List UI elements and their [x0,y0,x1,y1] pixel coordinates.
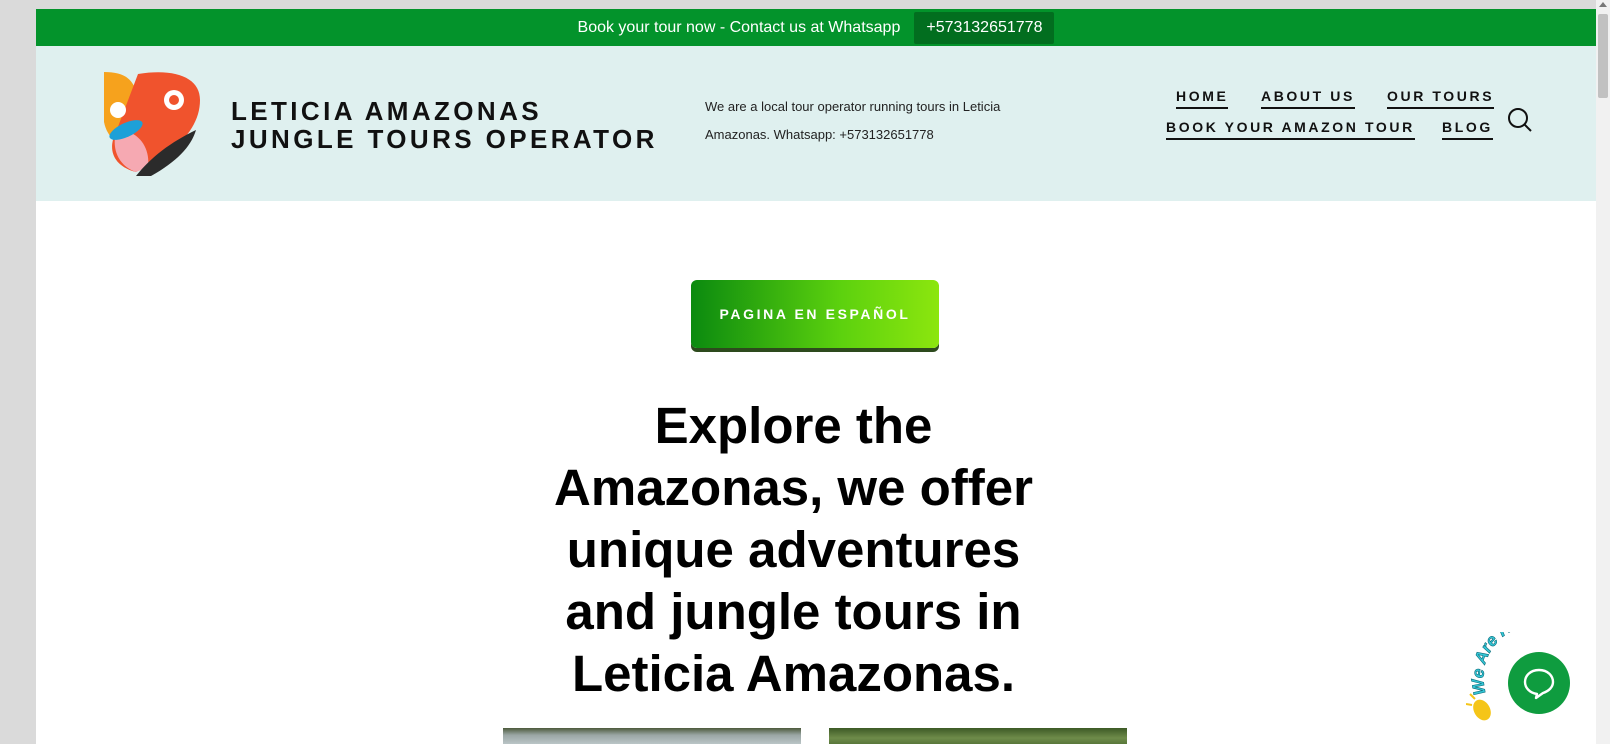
site-logo[interactable] [96,72,202,176]
tour-photo-1[interactable] [503,728,801,744]
nav-item-home[interactable]: HOME [1176,88,1229,109]
nav-item-blog[interactable]: BLOG [1442,119,1493,140]
site-tagline: We are a local tour operator running tou… [705,99,1001,142]
site-title[interactable]: LETICIA AMAZONAS JUNGLE TOURS OPERATOR [231,97,658,153]
site-header: LETICIA AMAZONAS JUNGLE TOURS OPERATOR W… [36,46,1596,201]
announcement-bar: Book your tour now - Contact us at Whats… [36,9,1596,46]
nav-item-our-tours[interactable]: OUR TOURS [1387,88,1495,109]
page-scrollbar[interactable] [1596,0,1610,744]
chat-open-button[interactable] [1508,652,1570,714]
scroll-up-arrow-icon[interactable] [1599,2,1607,7]
nav-item-about-us[interactable]: ABOUT US [1261,88,1355,109]
nav-item-book-your-amazon-tour[interactable]: BOOK YOUR AMAZON TOUR [1166,119,1415,140]
tour-photo-2[interactable] [829,728,1127,744]
chat-widget[interactable]: We Are Here! [1466,632,1596,742]
announcement-text: Book your tour now - Contact us at Whats… [577,18,901,36]
page: Book your tour now - Contact us at Whats… [36,9,1596,744]
search-icon[interactable] [1507,107,1533,133]
chat-bubble-icon [1523,668,1555,700]
site-title-line2: JUNGLE TOURS OPERATOR [231,124,658,154]
hero-headline: Explore the Amazonas, we offer unique ad… [554,397,1033,702]
site-title-line1: LETICIA AMAZONAS [231,96,543,126]
spanish-page-button[interactable]: PAGINA EN ESPAÑOL [691,280,939,348]
whatsapp-phone-button[interactable]: +573132651778 [914,11,1055,44]
waving-hand-icon [1466,693,1491,721]
scrollbar-thumb[interactable] [1598,14,1608,98]
